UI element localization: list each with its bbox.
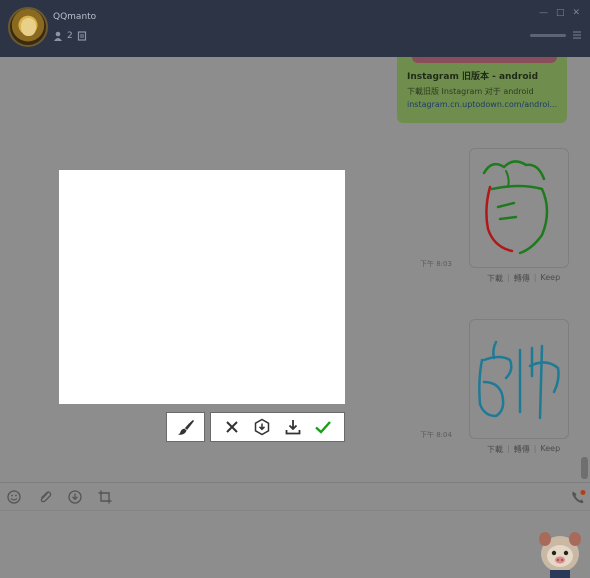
drawing-canvas[interactable] [59, 170, 345, 404]
chat-title: QQmanto [53, 12, 97, 22]
header-right [530, 30, 582, 40]
message-actions: 下載 | 轉傳 | Keep [487, 273, 560, 284]
paperclip-icon[interactable] [37, 489, 53, 505]
keep-link[interactable]: Keep [540, 273, 560, 284]
crop-icon[interactable] [97, 489, 113, 505]
separator: | [507, 444, 510, 453]
download-link[interactable]: 下載 [487, 273, 503, 284]
close-icon [226, 421, 238, 433]
maximize-button[interactable]: □ [556, 8, 565, 18]
avatar-face [21, 18, 36, 36]
message-input[interactable] [0, 510, 590, 578]
minimize-button[interactable]: — [539, 8, 548, 18]
forward-link[interactable]: 轉傳 [514, 444, 530, 455]
canvas-action-group [210, 412, 345, 442]
link-url[interactable]: instagram.cn.uptodown.com/androi... [407, 100, 557, 109]
menu-icon[interactable] [572, 30, 582, 40]
link-title: Instagram 旧版本 - android [407, 72, 539, 82]
phone-icon[interactable] [570, 489, 586, 505]
cancel-button[interactable] [222, 417, 242, 437]
handwriting-drawing [482, 160, 549, 255]
drawing-message-2[interactable] [469, 319, 569, 439]
brush-icon [177, 420, 194, 435]
download-circle-icon[interactable] [67, 489, 83, 505]
header-search-bar[interactable] [530, 33, 566, 37]
avatar[interactable] [8, 7, 48, 47]
input-toolbar [0, 482, 590, 510]
keep-link[interactable]: Keep [540, 444, 560, 455]
message-actions: 下載 | 轉傳 | Keep [487, 444, 560, 455]
check-icon [315, 421, 331, 434]
chat-header: QQmanto 2 — □ ✕ [0, 0, 590, 57]
link-preview-card[interactable]: Instagram 旧版本 - android 下載旧版 Instagram 对… [397, 57, 567, 123]
download-button[interactable] [283, 417, 303, 437]
smiley-icon[interactable] [6, 489, 22, 505]
separator: | [533, 273, 537, 282]
handwriting-drawing [478, 340, 560, 420]
mascot-sticker-icon[interactable] [536, 526, 584, 578]
person-icon[interactable] [53, 31, 63, 41]
drawing-message-1[interactable] [469, 148, 569, 268]
notes-icon[interactable] [77, 31, 87, 41]
forward-link[interactable]: 轉傳 [514, 273, 530, 284]
message-time: 下午 8:03 [420, 260, 452, 268]
hexagon-down-icon [255, 418, 270, 436]
confirm-button[interactable] [313, 417, 333, 437]
chat-meta: 2 [53, 31, 87, 41]
save-to-keep-button[interactable] [252, 417, 272, 437]
chat-scrollbar[interactable] [581, 457, 588, 479]
message-time: 下午 8:04 [420, 431, 452, 439]
close-button[interactable]: ✕ [572, 8, 580, 18]
separator: | [507, 273, 510, 282]
member-count[interactable]: 2 [67, 31, 73, 41]
download-link[interactable]: 下載 [487, 444, 503, 455]
separator: | [533, 444, 537, 453]
window-controls: — □ ✕ [539, 8, 580, 18]
link-image-strip [412, 57, 557, 63]
brush-button[interactable] [166, 412, 205, 442]
link-subtitle: 下載旧版 Instagram 对于 android [407, 87, 534, 96]
download-tray-icon [285, 420, 301, 435]
